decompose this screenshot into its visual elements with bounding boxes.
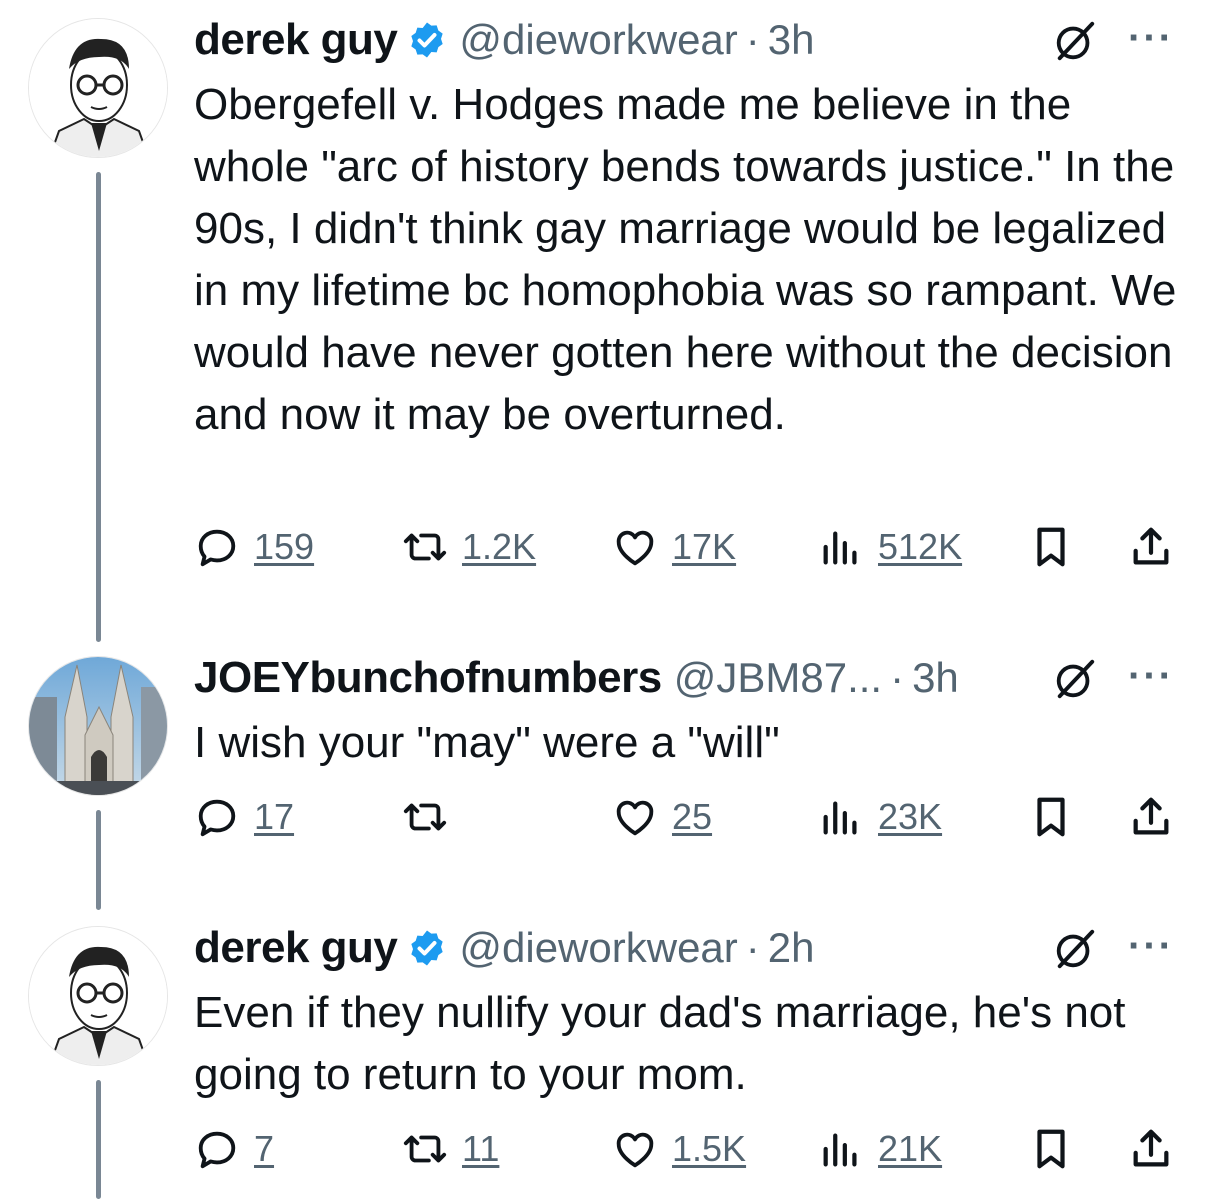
display-name[interactable]: derek guy (194, 923, 398, 973)
action-bar: 159 1.2K 17K 512K (0, 524, 1206, 584)
retweet-button[interactable] (402, 794, 448, 840)
retweet-icon (403, 803, 447, 831)
separator-dot: · (745, 16, 760, 63)
like-icon (616, 800, 654, 836)
action-bar: 7 11 1.5K 21K (0, 1126, 1206, 1186)
more-options-icon[interactable]: ··· (1128, 924, 1174, 969)
tweet-text: Obergefell v. Hodges made me believe in … (194, 80, 1177, 439)
reply-count: 7 (254, 1128, 275, 1169)
views-button[interactable]: 512K (818, 524, 962, 570)
like-button[interactable]: 1.5K (612, 1126, 746, 1172)
views-count: 23K (878, 796, 943, 837)
retweet-count: 11 (462, 1128, 500, 1169)
like-count: 17K (672, 526, 737, 567)
views-icon (823, 1133, 857, 1167)
tweet-3[interactable]: derek guy @dieworkwear · 2h ··· Even if … (0, 910, 1206, 1199)
views-button[interactable]: 23K (818, 794, 942, 840)
handle[interactable]: @JBM87... (674, 654, 882, 702)
reply-button[interactable]: 159 (194, 524, 314, 570)
like-count: 1.5K (672, 1128, 747, 1169)
more-options-icon[interactable]: ··· (1128, 16, 1174, 61)
timestamp[interactable]: 2h (768, 924, 815, 972)
share-icon (1133, 527, 1169, 565)
handle[interactable]: @dieworkwear (459, 16, 737, 64)
bookmark-icon (1037, 527, 1065, 567)
like-icon (616, 1132, 654, 1168)
tweet-1[interactable]: derek guy @dieworkwear · 3h ··· Obergefe… (0, 0, 1206, 642)
display-name[interactable]: JOEYbunchofnumbers (194, 653, 662, 703)
like-count: 25 (672, 796, 713, 837)
avatar-derek-guy[interactable] (28, 926, 168, 1066)
retweet-icon (403, 1135, 447, 1163)
grok-icon[interactable] (1052, 656, 1098, 702)
avatar-derek-guy[interactable] (28, 18, 168, 158)
reply-button[interactable]: 7 (194, 1126, 274, 1172)
like-button[interactable]: 17K (612, 524, 736, 570)
reply-count: 159 (254, 526, 315, 567)
handle[interactable]: @dieworkwear (459, 924, 737, 972)
bookmark-button[interactable] (1028, 794, 1074, 840)
share-button[interactable] (1128, 794, 1174, 840)
like-button[interactable]: 25 (612, 794, 712, 840)
tweet-text: I wish your "may" were a "will" (194, 718, 780, 767)
views-icon (823, 531, 857, 565)
share-button[interactable] (1128, 524, 1174, 570)
retweet-icon (403, 533, 447, 561)
more-options-icon[interactable]: ··· (1128, 654, 1174, 699)
display-name[interactable]: derek guy (194, 15, 398, 65)
tweet-text: Even if they nullify your dad's marriage… (194, 988, 1126, 1099)
action-bar: 17 25 23K (0, 794, 1206, 854)
bookmark-button[interactable] (1028, 1126, 1074, 1172)
separator-dot: · (745, 924, 760, 971)
bookmark-icon (1037, 1129, 1065, 1169)
bookmark-icon (1037, 797, 1065, 837)
share-button[interactable] (1128, 1126, 1174, 1172)
tweet-header: derek guy @dieworkwear · 3h (194, 10, 815, 70)
reply-button[interactable]: 17 (194, 794, 294, 840)
timestamp[interactable]: 3h (912, 654, 959, 702)
retweet-button[interactable]: 1.2K (402, 524, 536, 570)
like-icon (616, 530, 654, 566)
views-count: 21K (878, 1128, 943, 1169)
reply-count: 17 (254, 796, 295, 837)
tweet-2[interactable]: JOEYbunchofnumbers @JBM87... · 3h ··· I … (0, 640, 1206, 910)
verified-badge-icon (411, 22, 444, 58)
share-icon (1133, 1129, 1169, 1167)
reply-icon (198, 1131, 236, 1169)
retweet-button[interactable]: 11 (402, 1126, 499, 1172)
views-icon (823, 801, 857, 835)
avatar-joeybunchofnumbers[interactable] (28, 656, 168, 796)
bookmark-button[interactable] (1028, 524, 1074, 570)
views-button[interactable]: 21K (818, 1126, 942, 1172)
reply-icon (198, 799, 236, 837)
tweet-header: JOEYbunchofnumbers @JBM87... · 3h (194, 648, 959, 708)
separator-dot: · (890, 654, 905, 701)
share-icon (1133, 797, 1169, 835)
tweet-header: derek guy @dieworkwear · 2h (194, 918, 815, 978)
views-count: 512K (878, 526, 963, 567)
verified-badge-icon (411, 930, 444, 966)
reply-icon (198, 529, 236, 567)
grok-icon[interactable] (1052, 18, 1098, 64)
grok-icon[interactable] (1052, 926, 1098, 972)
retweet-count: 1.2K (462, 526, 537, 567)
timestamp[interactable]: 3h (768, 16, 815, 64)
